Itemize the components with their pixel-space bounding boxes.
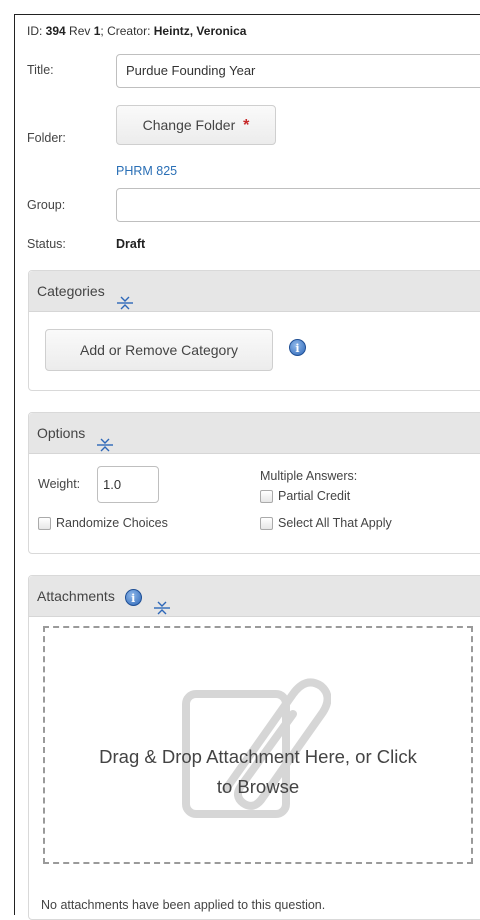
options-title: Options bbox=[37, 425, 86, 441]
question-editor: ID: 394 Rev 1; Creator: Heintz, Veronica… bbox=[14, 14, 480, 920]
collapse-vertical-icon[interactable] bbox=[116, 285, 133, 310]
partial-credit-option[interactable]: Partial Credit bbox=[260, 489, 351, 504]
title-input[interactable]: Purdue Founding Year bbox=[116, 54, 480, 88]
randomize-checkbox[interactable] bbox=[38, 517, 51, 531]
select-all-label: Select All That Apply bbox=[278, 516, 392, 530]
status-value: Draft bbox=[116, 237, 146, 251]
status-label: Status: bbox=[27, 237, 66, 251]
collapse-vertical-icon[interactable] bbox=[97, 427, 114, 452]
info-icon[interactable]: i bbox=[289, 339, 306, 356]
select-all-option[interactable]: Select All That Apply bbox=[260, 516, 392, 531]
attachments-panel: Attachments i Drag & Drop Attachment Her… bbox=[28, 575, 480, 920]
required-asterisk-icon: * bbox=[243, 117, 250, 134]
select-all-checkbox[interactable] bbox=[260, 517, 273, 531]
rev-prefix: Rev bbox=[65, 24, 94, 38]
collapse-vertical-icon[interactable] bbox=[153, 590, 170, 615]
add-remove-category-button[interactable]: Add or Remove Category bbox=[45, 329, 273, 371]
attachment-dropzone[interactable]: Drag & Drop Attachment Here, or Click to… bbox=[43, 626, 473, 864]
folder-label: Folder: bbox=[27, 131, 66, 145]
title-label: Title: bbox=[27, 63, 54, 77]
randomize-label: Randomize Choices bbox=[56, 516, 168, 530]
question-meta: ID: 394 Rev 1; Creator: Heintz, Veronica bbox=[27, 24, 246, 38]
options-header[interactable]: Options bbox=[29, 413, 480, 454]
id-prefix: ID: bbox=[27, 24, 46, 38]
creator-prefix: ; Creator: bbox=[100, 24, 154, 38]
attachments-header[interactable]: Attachments i bbox=[29, 576, 480, 617]
multiple-answers-label: Multiple Answers: bbox=[260, 469, 358, 483]
categories-header[interactable]: Categories bbox=[29, 271, 480, 312]
question-id: 394 bbox=[45, 24, 66, 38]
folder-link[interactable]: PHRM 825 bbox=[116, 164, 177, 178]
group-input[interactable] bbox=[116, 188, 480, 222]
partial-credit-label: Partial Credit bbox=[278, 489, 351, 503]
categories-panel: Categories Add or Remove Category i bbox=[28, 270, 480, 391]
no-attachments-text: No attachments have been applied to this… bbox=[41, 898, 326, 912]
partial-credit-checkbox[interactable] bbox=[260, 490, 273, 504]
creator-name: Heintz, Veronica bbox=[153, 24, 247, 38]
weight-input[interactable]: 1.0 bbox=[97, 466, 159, 503]
dropzone-line-2: to Browse bbox=[216, 776, 300, 797]
options-panel: Options Weight: 1.0 Randomize Choices Mu… bbox=[28, 412, 480, 554]
categories-title: Categories bbox=[37, 283, 105, 299]
weight-label: Weight: bbox=[38, 477, 81, 491]
dropzone-line-1: Drag & Drop Attachment Here, or Click bbox=[99, 746, 417, 767]
dropzone-message: Drag & Drop Attachment Here, or Click to… bbox=[45, 742, 471, 802]
group-label: Group: bbox=[27, 198, 66, 212]
change-folder-label: Change Folder bbox=[142, 117, 236, 133]
change-folder-button[interactable]: Change Folder * bbox=[116, 105, 276, 145]
attachments-title: Attachments bbox=[37, 588, 115, 604]
randomize-choices-option[interactable]: Randomize Choices bbox=[38, 516, 168, 531]
info-icon[interactable]: i bbox=[124, 588, 142, 606]
